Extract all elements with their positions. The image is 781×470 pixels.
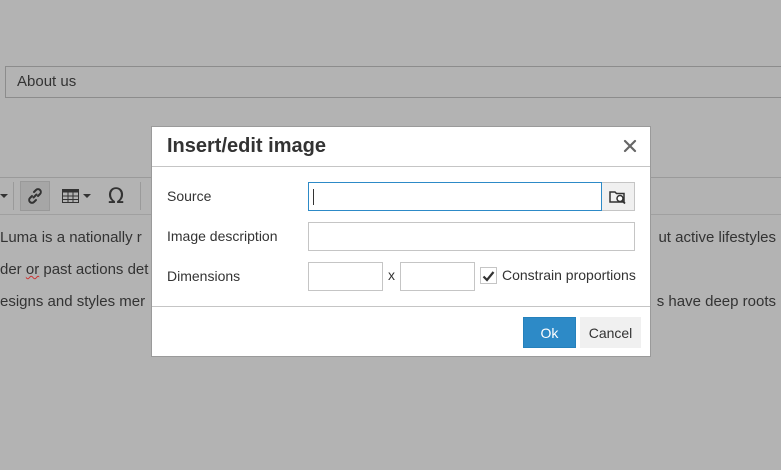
dialog-title: Insert/edit image [167, 135, 326, 157]
ok-button[interactable]: Ok [523, 317, 576, 348]
chevron-down-icon[interactable] [0, 194, 8, 198]
dimension-separator: x [388, 267, 395, 283]
misspelled-word: or [25, 261, 40, 278]
cancel-button[interactable]: Cancel [580, 317, 641, 348]
folder-search-icon [609, 190, 626, 204]
height-input[interactable] [400, 262, 475, 291]
dialog-header: Insert/edit image [152, 127, 650, 167]
constrain-proportions-checkbox[interactable] [480, 267, 497, 284]
chevron-down-icon [83, 194, 91, 198]
dialog-footer-divider [152, 306, 650, 307]
toolbar-divider [140, 182, 141, 210]
content-text: Luma is a nationally r [0, 229, 142, 246]
insert-image-dialog: Insert/edit image Source Image descripti… [151, 126, 651, 357]
image-description-label: Image description [167, 228, 278, 244]
table-icon [62, 189, 79, 203]
width-input[interactable] [308, 262, 383, 291]
constrain-proportions-label: Constrain proportions [502, 267, 636, 283]
content-text: der or past actions det [0, 261, 149, 278]
insert-link-button[interactable] [20, 181, 50, 211]
page-title-value: About us [17, 73, 77, 90]
content-text: esigns and styles mer [0, 293, 146, 310]
link-icon [28, 188, 42, 204]
checkmark-icon [482, 270, 495, 282]
page-title-field[interactable]: About us [5, 66, 781, 98]
omega-icon[interactable]: Ω [108, 184, 124, 208]
close-icon[interactable] [622, 138, 638, 154]
source-label: Source [167, 188, 212, 204]
content-text: s have deep roots [656, 293, 776, 310]
text-cursor [313, 189, 314, 205]
source-input[interactable] [308, 182, 602, 211]
image-description-input[interactable] [308, 222, 635, 251]
dimensions-label: Dimensions [167, 268, 241, 284]
browse-button[interactable] [602, 182, 635, 211]
content-text: ut active lifestyles [658, 229, 776, 246]
insert-table-button[interactable] [62, 186, 96, 206]
toolbar-divider [13, 182, 14, 210]
